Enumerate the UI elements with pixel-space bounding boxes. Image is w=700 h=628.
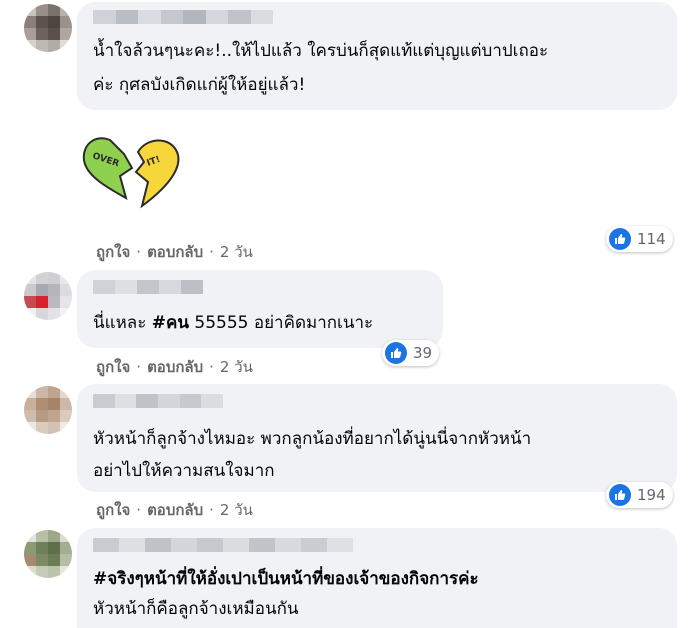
thumbs-up-icon bbox=[609, 228, 631, 250]
comment-text: ค่ะ กุศลบังเกิดแก่ผู้ให้อยู่แล้ว! bbox=[93, 75, 306, 95]
comment-bubble: นี่แหละ #คน 55555 อย่าคิดมากเนาะ bbox=[77, 270, 443, 348]
hashtag-link[interactable]: #คน bbox=[152, 313, 189, 333]
comment-bubble: หัวหน้าก็ลูกจ้างไหมอะ พวกลูกน้องที่อยากไ… bbox=[77, 384, 677, 492]
comment-bubble: น้ำใจล้วนๆนะคะ!..ให้ไปแล้ว ใครบ่นก็สุดแท… bbox=[77, 2, 677, 110]
timestamp-link[interactable]: 2 วัน bbox=[220, 501, 253, 519]
author-name-blurred[interactable] bbox=[93, 538, 353, 552]
comment-actions: ถูกใจ · ตอบกลับ · 2 วัน bbox=[96, 240, 253, 264]
hashtag-link[interactable]: #จริงๆหน้าที่ให้อั่งเปาเป็นหน้าที่ของเจ้… bbox=[93, 564, 479, 594]
comment-text: หัวหน้าก็คือลูกจ้างเหมือนกัน bbox=[93, 599, 299, 619]
avatar[interactable] bbox=[24, 530, 72, 578]
comment-text: อย่าไปให้ความสนใจมาก bbox=[93, 461, 275, 481]
author-name-blurred[interactable] bbox=[93, 10, 273, 24]
reaction-count[interactable]: 114 bbox=[606, 226, 673, 252]
comment-bubble: #จริงๆหน้าที่ให้อั่งเปาเป็นหน้าที่ของเจ้… bbox=[77, 528, 677, 628]
author-name-blurred[interactable] bbox=[93, 280, 203, 294]
broken-heart-sticker[interactable]: OVER IT! bbox=[80, 136, 192, 210]
like-link[interactable]: ถูกใจ bbox=[96, 358, 130, 376]
comment-text: หัวหน้าก็ลูกจ้างไหมอะ พวกลูกน้องที่อยากไ… bbox=[93, 429, 532, 449]
author-name-blurred[interactable] bbox=[93, 394, 224, 408]
reaction-count[interactable]: 194 bbox=[606, 482, 673, 508]
timestamp-link[interactable]: 2 วัน bbox=[220, 243, 253, 261]
reaction-count-value: 39 bbox=[413, 344, 433, 362]
separator-dot: · bbox=[209, 358, 214, 376]
reply-link[interactable]: ตอบกลับ bbox=[147, 358, 203, 376]
comment-text: นี่แหละ #คน 55555 อย่าคิดมากเนาะ bbox=[93, 313, 374, 333]
avatar[interactable] bbox=[24, 4, 72, 52]
separator-dot: · bbox=[209, 243, 214, 261]
separator-dot: · bbox=[136, 501, 142, 519]
reply-link[interactable]: ตอบกลับ bbox=[147, 243, 203, 261]
timestamp-link[interactable]: 2 วัน bbox=[220, 358, 253, 376]
avatar[interactable] bbox=[24, 272, 72, 320]
comment-actions: ถูกใจ · ตอบกลับ · 2 วัน bbox=[96, 355, 253, 379]
like-link[interactable]: ถูกใจ bbox=[96, 243, 130, 261]
thumbs-up-icon bbox=[609, 484, 631, 506]
like-link[interactable]: ถูกใจ bbox=[96, 501, 130, 519]
avatar[interactable] bbox=[24, 386, 72, 434]
comment-actions: ถูกใจ · ตอบกลับ · 2 วัน bbox=[96, 498, 253, 522]
reply-link[interactable]: ตอบกลับ bbox=[147, 501, 203, 519]
thumbs-up-icon bbox=[385, 342, 407, 364]
comment-text: น้ำใจล้วนๆนะคะ!..ให้ไปแล้ว ใครบ่นก็สุดแท… bbox=[93, 41, 549, 61]
reaction-count-value: 114 bbox=[637, 230, 666, 248]
reaction-count-value: 194 bbox=[637, 486, 666, 504]
separator-dot: · bbox=[136, 358, 142, 376]
reaction-count[interactable]: 39 bbox=[382, 340, 440, 366]
separator-dot: · bbox=[209, 501, 214, 519]
separator-dot: · bbox=[136, 243, 142, 261]
